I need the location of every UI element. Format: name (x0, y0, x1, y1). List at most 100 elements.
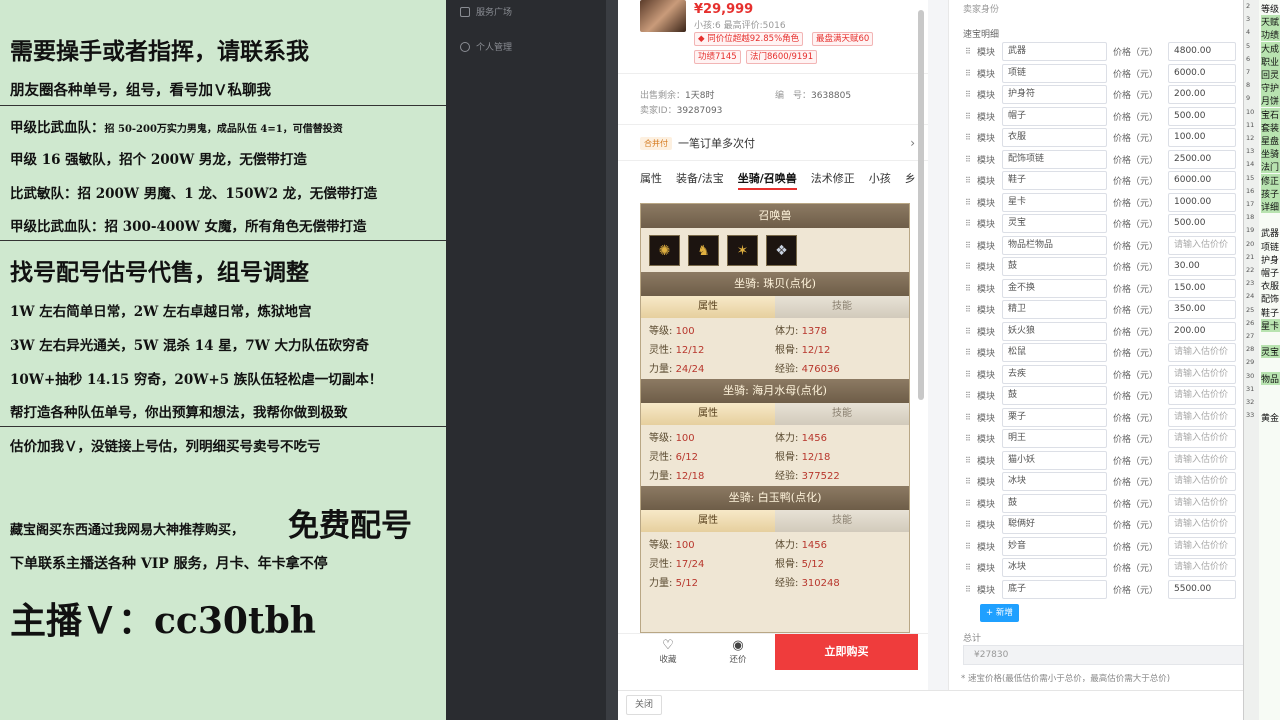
drag-handle-icon[interactable]: ⠿ (965, 47, 973, 56)
collect-button[interactable]: ♡ 收藏 (648, 639, 688, 666)
tab-more[interactable]: 乡 (905, 170, 916, 190)
module-input[interactable]: 松鼠 (1002, 343, 1107, 362)
drag-handle-icon[interactable]: ⠿ (965, 176, 973, 185)
sheet-cell[interactable]: 星卡 (1261, 318, 1280, 332)
sheet-cell[interactable]: 衣服 (1261, 279, 1279, 292)
drag-handle-icon[interactable]: ⠿ (965, 219, 973, 228)
module-input[interactable]: 鼓 (1002, 257, 1107, 276)
price-input[interactable]: 150.00 (1168, 278, 1236, 298)
module-input[interactable]: 妙音 (1002, 536, 1107, 556)
sheet-cell[interactable]: 孩子 (1261, 186, 1280, 200)
sheet-cell[interactable]: 护身 (1261, 253, 1279, 266)
subtab-skills[interactable]: 技能 (775, 403, 909, 425)
sheet-cell[interactable]: 宝石 (1261, 107, 1280, 121)
drag-handle-icon[interactable]: ⠿ (965, 434, 973, 443)
module-input[interactable]: 金不换 (1002, 278, 1107, 298)
drag-handle-icon[interactable]: ⠿ (965, 327, 973, 336)
drag-handle-icon[interactable]: ⠿ (965, 348, 973, 357)
price-input[interactable]: 请输入估价价 (1168, 450, 1236, 470)
module-input[interactable]: 衣服 (1002, 128, 1107, 147)
price-input[interactable]: 请输入估价价 (1168, 429, 1236, 448)
sheet-cell[interactable]: 详细 (1261, 200, 1280, 213)
price-input[interactable]: 请输入估价价 (1168, 235, 1236, 255)
module-input[interactable]: 去疾 (1002, 364, 1107, 384)
module-input[interactable]: 武器 (1002, 42, 1107, 61)
drag-handle-icon[interactable]: ⠿ (965, 155, 973, 164)
sidebar-item-service-square[interactable]: 服务广场 (460, 5, 512, 18)
module-input[interactable]: 鼓 (1002, 386, 1107, 405)
sheet-cell[interactable]: 配饰 (1261, 292, 1279, 305)
drag-handle-icon[interactable]: ⠿ (965, 370, 973, 379)
sheet-cell[interactable]: 大成 (1261, 41, 1280, 55)
price-input[interactable]: 请输入估价价 (1168, 343, 1236, 362)
drag-handle-icon[interactable]: ⠿ (965, 112, 973, 121)
price-input[interactable]: 请输入估价价 (1168, 493, 1236, 513)
drag-handle-icon[interactable]: ⠿ (965, 69, 973, 78)
sheet-cell[interactable]: 职业 (1261, 54, 1280, 68)
module-input[interactable]: 底子 (1002, 579, 1107, 599)
sheet-cell[interactable]: 套装 (1261, 120, 1280, 134)
sheet-cell[interactable]: 坐骑 (1261, 147, 1280, 161)
tab-spell-mod[interactable]: 法术修正 (811, 170, 855, 190)
price-input[interactable]: 请输入估价价 (1168, 536, 1236, 556)
close-button[interactable]: 关闭 (626, 695, 663, 715)
installment-row[interactable]: 合并付 一笔订单多次付 › (640, 133, 915, 153)
drag-handle-icon[interactable]: ⠿ (965, 262, 973, 271)
sheet-cell[interactable]: 守护 (1261, 81, 1280, 95)
price-input[interactable]: 请输入估价价 (1168, 515, 1236, 534)
subtab-attributes[interactable]: 属性 (641, 403, 775, 425)
sheet-cell[interactable]: 法门 (1261, 160, 1280, 174)
module-input[interactable]: 物品栏物品 (1002, 235, 1107, 255)
price-input[interactable]: 请输入估价价 (1168, 364, 1236, 384)
dragon-icon[interactable]: ✶ (727, 235, 758, 266)
sheet-cell[interactable]: 天赋 (1261, 15, 1280, 29)
module-input[interactable]: 栗子 (1002, 407, 1107, 427)
module-input[interactable]: 星卡 (1002, 192, 1107, 212)
buy-now-button[interactable]: 立即购买 (775, 634, 918, 670)
drag-handle-icon[interactable]: ⠿ (965, 585, 973, 594)
price-input[interactable]: 30.00 (1168, 257, 1236, 276)
module-input[interactable]: 配饰项链 (1002, 149, 1107, 169)
sheet-cell[interactable]: 星盘 (1261, 134, 1280, 147)
subtab-attributes[interactable]: 属性 (641, 296, 775, 318)
price-input[interactable]: 1000.00 (1168, 192, 1236, 212)
drag-handle-icon[interactable]: ⠿ (965, 305, 973, 314)
tab-kids[interactable]: 小孩 (869, 170, 891, 190)
module-input[interactable]: 鼓 (1002, 493, 1107, 513)
module-input[interactable]: 项链 (1002, 63, 1107, 83)
drag-handle-icon[interactable]: ⠿ (965, 477, 973, 486)
module-input[interactable]: 聪俩好 (1002, 515, 1107, 534)
drag-handle-icon[interactable]: ⠿ (965, 241, 973, 250)
price-input[interactable]: 200.00 (1168, 321, 1236, 341)
sheet-cell[interactable]: 物品 (1261, 371, 1280, 385)
sheet-cell[interactable]: 灵宝 (1261, 345, 1280, 359)
price-input[interactable]: 5500.00 (1168, 579, 1236, 599)
sheet-cell[interactable]: 功绩 (1261, 28, 1280, 42)
subtab-attributes[interactable]: 属性 (641, 510, 775, 532)
add-row-button[interactable]: + 新增 (980, 604, 1019, 622)
price-input[interactable]: 100.00 (1168, 128, 1236, 147)
drag-handle-icon[interactable]: ⠿ (965, 133, 973, 142)
module-input[interactable]: 冰块 (1002, 472, 1107, 491)
price-input[interactable]: 6000.0 (1168, 63, 1236, 83)
drag-handle-icon[interactable]: ⠿ (965, 284, 973, 293)
drag-handle-icon[interactable]: ⠿ (965, 520, 973, 529)
drag-handle-icon[interactable]: ⠿ (965, 413, 973, 422)
sheet-cell[interactable]: 黄金 (1261, 411, 1279, 424)
sheet-cell[interactable]: 修正 (1261, 173, 1280, 187)
scrollbar[interactable] (918, 10, 924, 400)
sheet-cell[interactable]: 回灵 (1261, 68, 1280, 81)
module-input[interactable]: 妖火狼 (1002, 321, 1107, 341)
wolf-icon[interactable]: ❖ (766, 235, 797, 266)
drag-handle-icon[interactable]: ⠿ (965, 563, 973, 572)
price-input[interactable]: 请输入估价价 (1168, 558, 1236, 577)
drag-handle-icon[interactable]: ⠿ (965, 499, 973, 508)
module-input[interactable]: 鞋子 (1002, 171, 1107, 190)
module-input[interactable]: 帽子 (1002, 106, 1107, 126)
price-input[interactable]: 200.00 (1168, 85, 1236, 104)
sheet-cell[interactable]: 等级 (1261, 2, 1279, 15)
price-input[interactable]: 350.00 (1168, 300, 1236, 319)
price-input[interactable]: 500.00 (1168, 214, 1236, 233)
subtab-skills[interactable]: 技能 (775, 296, 909, 318)
module-input[interactable]: 明王 (1002, 429, 1107, 448)
